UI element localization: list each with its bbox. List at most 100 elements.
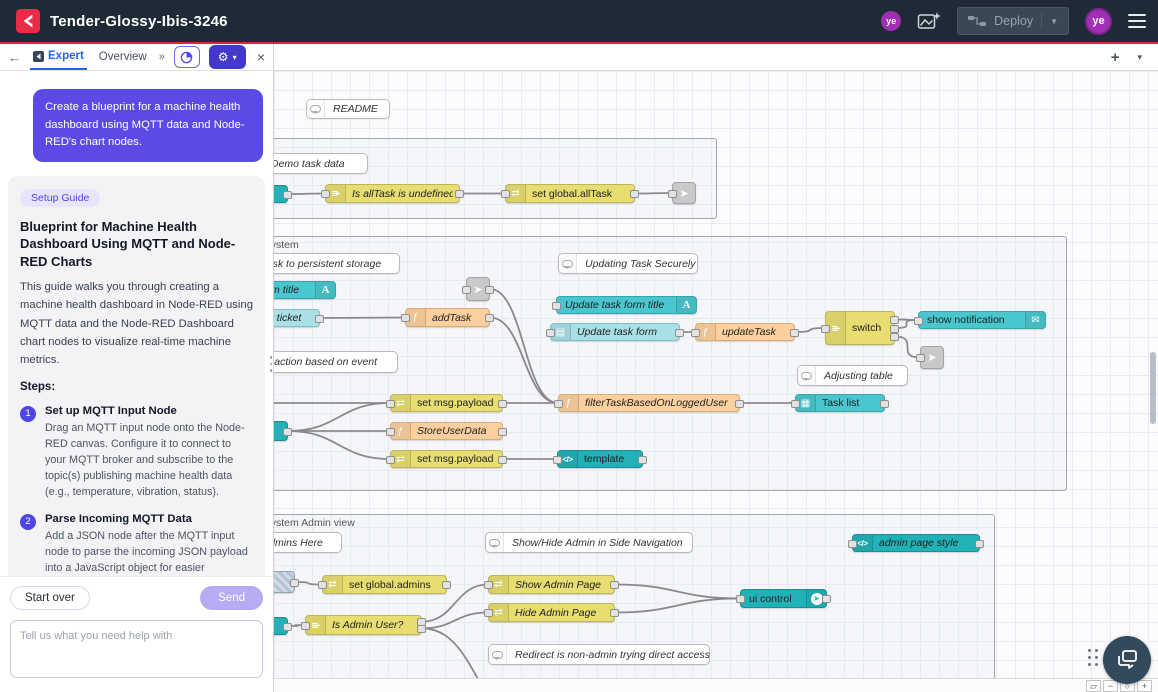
workspace[interactable]: ▱ − ○ + Task systemTask system Admin vie… [274,71,1158,692]
output-port[interactable] [610,609,619,617]
comment-add-admins-here[interactable]: Add Admins Here [274,532,342,553]
comment-updating-task-securely[interactable]: Updating Task Securely [558,253,698,274]
input-port[interactable] [386,456,395,464]
deploy-caret-icon[interactable]: ▼ [1050,17,1058,26]
output-port[interactable] [442,581,451,589]
node-task-list[interactable]: ▦Task list [795,394,885,412]
output-port[interactable] [630,190,639,198]
panel-resize-handle[interactable] [270,356,273,372]
output-port[interactable] [498,456,507,464]
node-set-global-admins[interactable]: ⇄set global.admins [322,575,447,594]
output-port[interactable] [315,315,324,323]
node-template[interactable]: </>template [557,450,643,468]
tab-overview[interactable]: Overview [96,44,150,70]
input-port[interactable] [691,329,700,337]
input-port[interactable] [386,428,395,436]
input-port[interactable] [554,400,563,408]
node-link-mid[interactable]: ➤ [466,277,490,301]
input-port[interactable] [546,329,555,337]
output-port[interactable] [417,625,426,633]
node-filter-task-by-user[interactable]: ƒfilterTaskBasedOnLoggedUser [558,394,740,412]
input-port[interactable] [501,190,510,198]
output-port[interactable] [498,428,507,436]
input-port[interactable] [821,325,830,333]
input-port[interactable] [484,609,493,617]
input-port[interactable] [553,456,562,464]
input-port[interactable] [301,622,310,630]
node-ui-control[interactable]: ➤ui control [740,589,827,608]
input-port[interactable] [462,286,471,294]
node-stub-2[interactable] [274,421,288,441]
node-updatetask[interactable]: ƒupdateTask [695,323,795,341]
node-link-out-2[interactable]: ➤ [920,346,944,369]
node-add-task-form-title[interactable]: AAdd task form title [274,281,336,299]
node-show-notification[interactable]: ✉show notification [918,311,1046,329]
comment-take-action-on-event[interactable]: Take action based on event [274,351,398,373]
node-admin-page-style[interactable]: </>admin page style [852,534,980,552]
comment-demo-task-data[interactable]: Demo task data [274,153,368,174]
input-port[interactable] [916,354,925,362]
input-port[interactable] [401,314,410,322]
send-button[interactable]: Send [200,586,263,610]
image-sparkle-icon[interactable] [917,11,941,31]
more-tabs-chevrons-icon[interactable]: » [159,51,165,63]
output-port[interactable] [890,316,899,324]
tab-expert[interactable]: Expert [30,44,87,70]
node-stub-1[interactable] [274,185,288,203]
input-port[interactable] [791,400,800,408]
flow-list-chevron-icon[interactable]: ▾ [1137,52,1142,63]
mini-avatar[interactable]: ye [881,11,901,31]
output-port[interactable] [790,329,799,337]
node-is-alltask-undefined[interactable]: ⋔Is allTask is undefined [325,184,460,203]
help-input[interactable] [10,620,263,678]
output-port[interactable] [283,428,292,436]
input-port[interactable] [321,190,330,198]
node-add-new-ticket[interactable]: Add new ticket [274,309,320,327]
output-port[interactable] [735,400,744,408]
comment-show-hide-admin-nav[interactable]: Show/Hide Admin in Side Navigation [485,532,693,553]
node-set-global-alltask[interactable]: ⇄set global.allTask [505,184,635,203]
comment-adjusting-table[interactable]: Adjusting table [797,365,908,386]
output-port[interactable] [880,400,889,408]
node-addtask[interactable]: ƒaddTask [405,308,490,327]
close-icon[interactable]: × [257,49,265,65]
node-store-user-data[interactable]: ƒStoreUserData [390,422,503,440]
input-port[interactable] [318,581,327,589]
node-inject-disabled[interactable] [274,571,295,593]
input-port[interactable] [736,595,745,603]
input-port[interactable] [848,540,857,548]
comment-save-task-persistent[interactable]: Save task to persistent storage [274,253,400,274]
input-port[interactable] [914,317,923,325]
hamburger-menu-icon[interactable] [1128,14,1146,29]
chat-scroll-area[interactable]: Create a blueprint for a machine health … [0,71,273,576]
output-port[interactable] [485,314,494,322]
node-is-admin-user[interactable]: ⋔Is Admin User? [305,615,422,635]
deploy-button[interactable]: Deploy ▼ [957,7,1069,35]
navigator-map-button[interactable]: ▱ [1086,680,1101,692]
output-port[interactable] [675,329,684,337]
output-port[interactable] [822,595,831,603]
node-link-out-1[interactable]: ➤ [672,182,696,204]
node-update-task-form[interactable]: ▤Update task form [550,323,680,341]
zoom-in-button[interactable]: + [1137,680,1152,692]
input-port[interactable] [484,581,493,589]
node-stub-3[interactable] [274,617,288,635]
output-port[interactable] [485,286,494,294]
output-port[interactable] [638,456,647,464]
output-port[interactable] [498,400,507,408]
comment-readme[interactable]: README [306,99,390,119]
output-port[interactable] [283,623,292,631]
settings-dropdown-button[interactable]: ⚙ ▾ [209,45,246,69]
start-over-button[interactable]: Start over [10,586,90,610]
node-set-msg-payload-2[interactable]: ⇄set msg.payload [390,450,503,468]
user-avatar[interactable]: ye [1085,8,1112,35]
input-port[interactable] [552,302,561,310]
node-show-admin-page[interactable]: ⇄Show Admin Page [488,575,615,594]
node-switch[interactable]: ⋔switch [825,311,895,345]
output-port[interactable] [890,333,899,341]
output-port[interactable] [610,581,619,589]
assistant-chat-fab[interactable] [1103,636,1151,684]
output-port[interactable] [975,540,984,548]
node-hide-admin-page[interactable]: ⇄Hide Admin Page [488,603,615,622]
vertical-scrollbar[interactable] [1150,352,1156,424]
